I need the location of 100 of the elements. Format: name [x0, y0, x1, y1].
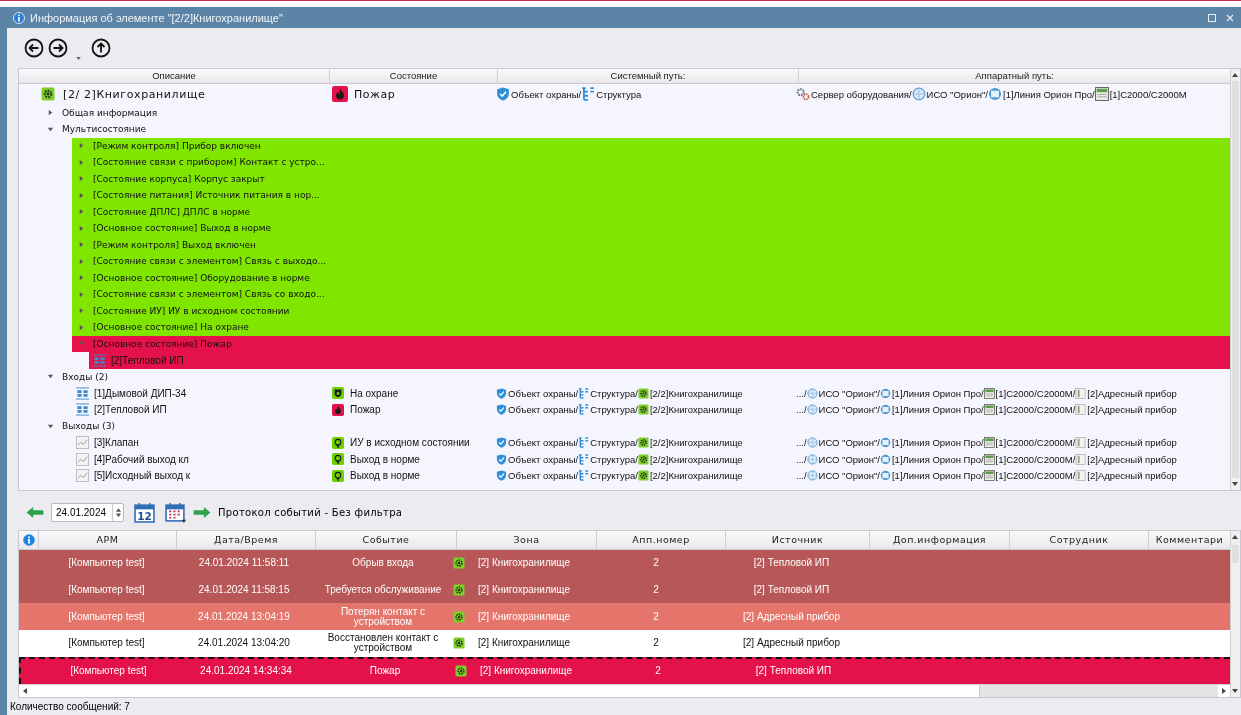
path-label: Структура/ — [590, 453, 638, 465]
tree-item-label[interactable]: [3]Клапан — [94, 437, 139, 449]
expand-arrow-icon[interactable] — [78, 208, 85, 216]
tree-item-label[interactable]: Выходы (3) — [62, 421, 116, 432]
column-header[interactable]: Состояние — [330, 68, 498, 83]
expand-arrow-icon[interactable] — [78, 158, 85, 166]
device-icon — [1094, 87, 1109, 102]
collapse-arrow-icon[interactable] — [47, 422, 54, 430]
tree-item-label[interactable]: [Основное состояние] На охране — [93, 322, 249, 333]
globe-icon — [806, 387, 818, 399]
shield-icon — [496, 470, 507, 482]
column-header[interactable]: Доп.информация — [870, 531, 1010, 550]
tree-item-label[interactable]: [Основное состояние] Оборудование в норме — [93, 272, 310, 283]
calendar-icon[interactable] — [165, 501, 186, 523]
column-header[interactable]: Источник — [726, 531, 870, 550]
table-cell: [Компьютер test] — [68, 611, 145, 622]
up-icon[interactable] — [91, 37, 111, 58]
close-icon[interactable] — [1225, 12, 1235, 23]
column-header[interactable]: Комментари — [1149, 531, 1230, 550]
vertical-scrollbar[interactable] — [1230, 531, 1240, 698]
expand-arrow-icon[interactable] — [78, 175, 85, 183]
path-label: [2]Адресный прибор — [1087, 437, 1177, 449]
scroll-right-arrow-icon[interactable] — [1221, 686, 1227, 695]
tree-item-label[interactable]: [Состояние связи с элементом] Связь с выходо... — [93, 256, 327, 267]
tree-item-label[interactable]: [4]Рабочий выход кл — [94, 453, 189, 465]
tree-item-label[interactable]: [1]Дымовой ДИП-34 — [94, 387, 187, 399]
dropdown-caret-icon[interactable] — [76, 56, 81, 60]
table-cell: [Компьютер test] — [68, 585, 145, 596]
table-cell: [Компьютер test] — [68, 558, 145, 569]
address-device-icon — [1075, 437, 1087, 449]
path-label: [2/2]Книгохранилище — [649, 387, 743, 399]
table-cell: 2 — [655, 666, 661, 677]
column-header[interactable]: Аппаратный путь: — [799, 68, 1230, 83]
expand-arrow-icon[interactable] — [47, 109, 54, 117]
scrollbar-thumb[interactable] — [1232, 545, 1239, 564]
zone-icon — [453, 557, 465, 570]
expand-arrow-icon[interactable] — [78, 274, 85, 282]
vertical-scrollbar[interactable] — [1230, 68, 1240, 491]
tree-item-label[interactable]: [2]Тепловой ИП — [94, 404, 167, 416]
sensor-icon — [93, 353, 106, 367]
table-cell: [2] Книгохранилище — [478, 558, 571, 569]
path-label: ИСО "Орион"/ — [818, 404, 880, 416]
expand-arrow-icon[interactable] — [78, 257, 85, 265]
column-header[interactable]: Системный путь: — [498, 68, 799, 83]
previous-day-arrow-icon[interactable] — [25, 505, 45, 519]
zone-icon — [455, 665, 467, 678]
globe-icon — [806, 404, 818, 416]
expand-arrow-icon[interactable] — [78, 290, 85, 298]
expand-arrow-icon[interactable] — [78, 323, 85, 331]
column-header[interactable]: Апп.номер — [597, 531, 726, 550]
tree-item-label[interactable]: [Состояние корпуса] Корпус закрыт — [93, 173, 265, 184]
event-row[interactable]: [Компьютер test] 24.01.2024 14:34:34 Пожар [2] Книгохранилище 2 [2] Тепловой ИП — [19, 656, 1230, 684]
date-field[interactable]: 24.01.2024 — [51, 502, 124, 522]
column-header[interactable]: Событие — [316, 531, 457, 550]
collapse-arrow-icon[interactable] — [47, 125, 54, 133]
table-cell: [2] Книгохранилище — [478, 585, 571, 596]
expand-arrow-icon[interactable] — [78, 241, 85, 249]
globe-icon — [911, 87, 926, 102]
tree-item-label[interactable]: [Состояние ИУ] ИУ в исходном состоянии — [93, 305, 290, 316]
tree-item-label[interactable]: Входы (2) — [62, 371, 108, 382]
event-row[interactable]: [Компьютер test] 24.01.2024 11:58:15 Требуется обслуживание [2] Книгохранилище 2 [2] Тепловой ИП — [19, 576, 1230, 604]
expand-arrow-icon[interactable] — [78, 224, 85, 232]
table-cell: [Компьютер test] — [70, 666, 147, 677]
zone-icon — [41, 87, 55, 102]
column-header[interactable]: Сотрудник — [1010, 531, 1149, 550]
path-label: Объект охраны/ — [508, 470, 579, 482]
expand-arrow-icon[interactable] — [78, 191, 85, 199]
scroll-up-arrow-icon[interactable] — [1231, 533, 1239, 542]
expand-arrow-icon[interactable] — [78, 142, 85, 150]
path-label: Сервер оборудования/ — [811, 88, 912, 100]
tree-item-label[interactable]: [Основное состояние] Выход в норме — [93, 223, 272, 234]
line-icon — [879, 404, 891, 416]
tree-item-label[interactable]: [Состояние связи с прибором] Контакт с устро... — [93, 157, 325, 168]
next-day-arrow-icon[interactable] — [192, 505, 212, 519]
tree-item-label[interactable]: [Состояние ДПЛС] ДПЛС в норме — [93, 206, 251, 217]
tree-item-label[interactable]: [Основное состояние] Пожар — [93, 338, 232, 349]
column-header[interactable]: Дата/Время — [177, 531, 316, 550]
forward-icon[interactable] — [48, 37, 68, 58]
scroll-left-arrow-icon[interactable] — [22, 686, 28, 695]
event-row[interactable]: [Компьютер test] 24.01.2024 11:58:11 Обрыв входа [2] Книгохранилище 2 [2] Тепловой ИП — [19, 550, 1230, 577]
column-header[interactable]: Описание — [19, 68, 330, 83]
tree-item-label[interactable]: [Состояние питания] Источник питания в нор... — [93, 190, 320, 201]
column-header[interactable]: АРМ — [39, 531, 177, 550]
tree-item-label[interactable]: [Состояние связи с элементом] Связь со входо... — [93, 289, 325, 300]
back-icon[interactable] — [24, 37, 44, 58]
calendar-today-icon[interactable]: 12 — [134, 501, 155, 523]
tree-item-label[interactable]: [Режим контроля] Выход включен — [93, 239, 256, 250]
column-header[interactable]: Зона — [457, 531, 597, 550]
table-cell: [2] Тепловой ИП — [755, 666, 832, 677]
spinner-arrows-icon[interactable] — [114, 506, 122, 518]
expand-arrow-icon[interactable] — [78, 307, 85, 315]
tree-item-label[interactable]: [2]Тепловой ИП — [111, 354, 184, 366]
scrollbar-thumb[interactable] — [1232, 80, 1239, 479]
tree-item-label[interactable]: [Режим контроля] Прибор включен — [93, 140, 261, 151]
tree-item-label[interactable]: Мультисостояние — [62, 124, 147, 135]
maximize-icon[interactable] — [1207, 12, 1217, 23]
tree-item-label[interactable]: [5]Исходный выход к — [94, 470, 191, 482]
collapse-arrow-icon[interactable] — [47, 373, 54, 381]
path-label: .../ — [796, 453, 807, 465]
tree-item-label[interactable]: Общая информация — [62, 107, 158, 118]
